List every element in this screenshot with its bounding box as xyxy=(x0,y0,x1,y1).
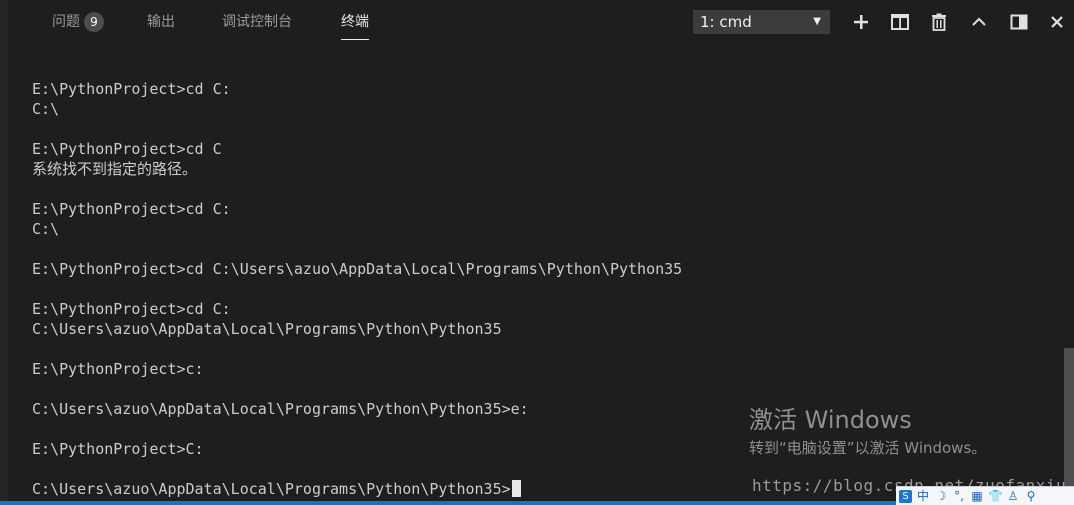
problems-count-badge: 9 xyxy=(84,12,104,32)
ime-chinese-mode[interactable]: 中 xyxy=(916,488,930,504)
terminal-line: E:\PythonProject>c: xyxy=(32,360,204,378)
toggle-panel-position-button[interactable] xyxy=(1009,12,1029,32)
ime-logo-icon: S xyxy=(899,489,912,503)
terminal-line: E:\PythonProject>cd C: xyxy=(32,300,231,318)
split-terminal-button[interactable] xyxy=(890,12,910,32)
split-icon xyxy=(891,14,909,30)
terminal-line: E:\PythonProject>cd C: xyxy=(32,80,231,98)
tab-debug-console[interactable]: 调试控制台 xyxy=(222,12,292,32)
terminal-line: C:\Users\azuo\AppData\Local\Programs\Pyt… xyxy=(32,320,502,338)
kill-terminal-button[interactable] xyxy=(929,12,949,32)
vscode-panel: 问题 9 输出 调试控制台 终端 1: cmd ▼ E:\PythonProje… xyxy=(0,0,1074,505)
terminal-line: 系统找不到指定的路径。 xyxy=(32,160,198,178)
ime-toolbar: S 中 ☽ °, ▦ 👕 ♙ ⚲ xyxy=(896,486,1074,505)
terminal-selector-value: 1: cmd xyxy=(700,13,752,31)
tab-terminal-label: 终端 xyxy=(341,14,369,30)
activate-windows-title: 激活 Windows xyxy=(749,406,912,434)
panel-tabs: 问题 9 输出 调试控制台 终端 xyxy=(8,0,688,44)
maximize-icon xyxy=(1010,14,1028,30)
punctuation-icon[interactable]: °, xyxy=(952,488,966,504)
tab-output-label: 输出 xyxy=(147,14,175,30)
chevron-up-icon xyxy=(972,17,986,26)
terminal-line: E:\PythonProject>cd C: xyxy=(32,200,231,218)
active-tab-indicator xyxy=(341,39,369,40)
terminal-output[interactable]: E:\PythonProject>cd C: C:\ E:\PythonProjec… xyxy=(32,79,1032,499)
user-icon[interactable]: ♙ xyxy=(1006,488,1020,504)
terminal-line: C:\ xyxy=(32,220,60,238)
maximize-panel-button[interactable] xyxy=(969,12,989,32)
dropdown-caret-icon: ▼ xyxy=(813,16,821,27)
trash-icon xyxy=(932,13,946,31)
terminal-line: C:\ xyxy=(32,100,60,118)
terminal-line: E:\PythonProject>cd C:\Users\azuo\AppDat… xyxy=(32,260,683,278)
activate-windows-subtitle: 转到“电脑设置”以激活 Windows。 xyxy=(749,439,987,457)
terminal-line: E:\PythonProject>cd C xyxy=(32,140,222,158)
terminal-cursor xyxy=(511,480,521,497)
close-panel-button[interactable] xyxy=(1047,12,1067,32)
terminal-selector[interactable]: 1: cmd ▼ xyxy=(693,10,830,34)
new-terminal-button[interactable] xyxy=(851,12,871,32)
keyboard-icon[interactable]: ▦ xyxy=(970,488,984,504)
editor-edge xyxy=(0,0,8,505)
tab-output[interactable]: 输出 xyxy=(147,12,175,32)
search-icon[interactable]: ⚲ xyxy=(1024,488,1038,504)
tab-problems[interactable]: 问题 9 xyxy=(52,12,104,32)
plus-icon xyxy=(854,15,868,29)
tab-debug-console-label: 调试控制台 xyxy=(222,14,292,30)
moon-icon[interactable]: ☽ xyxy=(934,488,948,504)
close-icon xyxy=(1051,16,1063,28)
tab-problems-label: 问题 xyxy=(52,14,80,30)
tab-terminal[interactable]: 终端 xyxy=(341,12,369,40)
skin-icon[interactable]: 👕 xyxy=(988,488,1003,504)
